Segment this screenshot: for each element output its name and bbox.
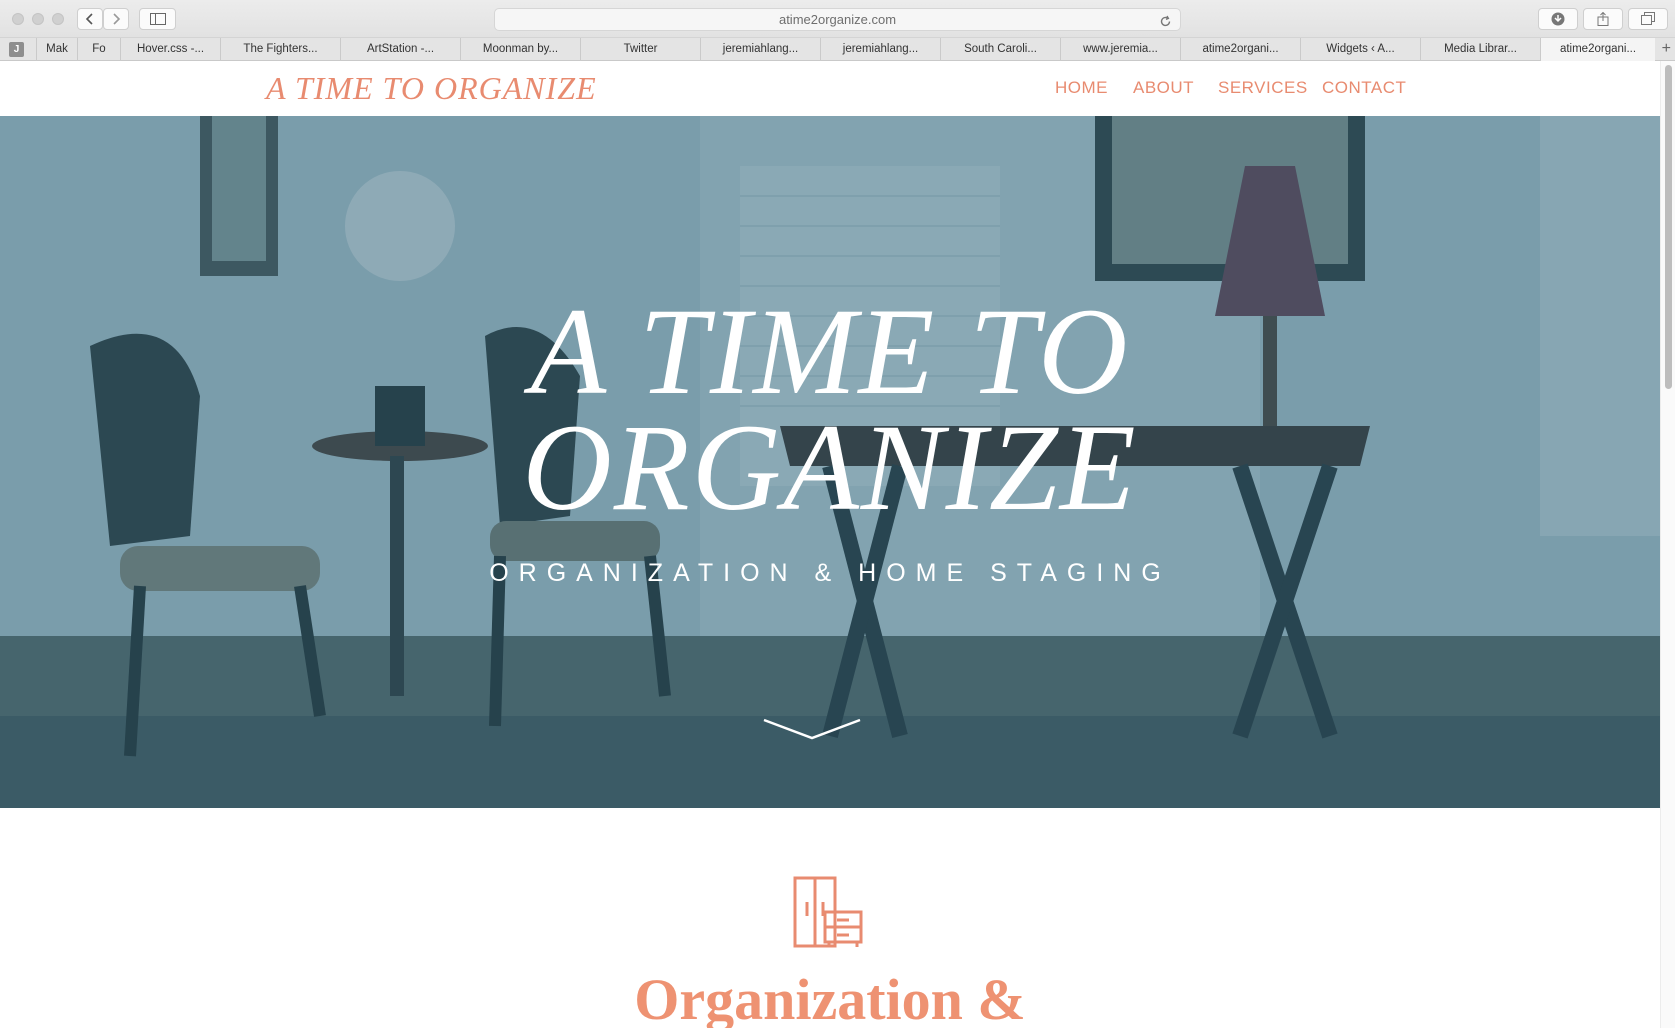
hero-title-line1: A TIME TO <box>530 283 1130 420</box>
share-icon <box>1597 12 1609 26</box>
nav-home[interactable]: HOME <box>1055 78 1108 98</box>
downloads-button[interactable] <box>1538 8 1578 30</box>
nav-services[interactable]: SERVICES <box>1218 78 1308 98</box>
tab[interactable]: Widgets ‹ A... <box>1300 38 1420 61</box>
tab[interactable]: South Caroli... <box>940 38 1060 61</box>
site-header: A TIME TO ORGANIZE HOME ABOUT SERVICES C… <box>0 61 1660 116</box>
tab[interactable]: Media Librar... <box>1420 38 1540 61</box>
browser-toolbar: atime2organize.com <box>0 0 1675 38</box>
furniture-icon <box>793 876 863 948</box>
site-logo[interactable]: A TIME TO ORGANIZE <box>266 70 597 107</box>
hero-subtitle: ORGANIZATION & HOME STAGING <box>489 559 1171 587</box>
page-scrollbar[interactable] <box>1660 61 1675 1028</box>
tab[interactable]: atime2organi... <box>1180 38 1300 61</box>
tab[interactable]: www.jeremia... <box>1060 38 1180 61</box>
section-title: Organization & <box>634 967 1026 1028</box>
sidebar-button[interactable] <box>139 8 176 30</box>
tab-active[interactable]: atime2organi... <box>1540 38 1655 61</box>
scrollbar-thumb[interactable] <box>1665 65 1672 389</box>
pinned-tab-favicon[interactable]: J <box>9 42 24 57</box>
tab[interactable]: The Fighters... <box>220 38 340 61</box>
hero-section: A TIME TO ORGANIZE ORGANIZATION & HOME S… <box>0 116 1660 808</box>
tab[interactable]: Hover.css -... <box>120 38 220 61</box>
chevron-left-icon <box>85 13 93 25</box>
tab[interactable]: Twitter <box>580 38 700 61</box>
nav-about[interactable]: ABOUT <box>1133 78 1194 98</box>
hero-title-line2: ORGANIZE <box>522 399 1138 536</box>
web-page: A TIME TO ORGANIZE HOME ABOUT SERVICES C… <box>0 61 1660 1028</box>
close-window-button[interactable] <box>12 13 24 25</box>
tabs-overview-button[interactable] <box>1628 8 1668 30</box>
zoom-window-button[interactable] <box>52 13 64 25</box>
tab[interactable]: ArtStation -... <box>340 38 460 61</box>
share-button[interactable] <box>1583 8 1623 30</box>
chevron-right-icon <box>113 13 121 25</box>
url-text: atime2organize.com <box>778 12 897 27</box>
back-button[interactable] <box>77 8 103 30</box>
tab[interactable]: Moonman by... <box>460 38 580 61</box>
tab[interactable]: jeremiahlang... <box>820 38 940 61</box>
tab[interactable]: Mak <box>36 38 77 61</box>
scroll-down-chevron-icon[interactable] <box>762 718 862 742</box>
forward-button[interactable] <box>103 8 129 30</box>
address-bar[interactable]: atime2organize.com <box>494 8 1181 31</box>
new-tab-button[interactable]: + <box>1662 40 1671 58</box>
nav-contact[interactable]: CONTACT <box>1322 78 1406 98</box>
tab-bar: J Mak Fo Hover.css -... The Fighters... … <box>0 38 1675 61</box>
tab[interactable]: Fo <box>77 38 120 61</box>
tab[interactable]: jeremiahlang... <box>700 38 820 61</box>
sidebar-icon <box>149 13 166 25</box>
reload-icon[interactable] <box>1159 13 1172 34</box>
minimize-window-button[interactable] <box>32 13 44 25</box>
download-icon <box>1551 12 1565 26</box>
tabs-overview-icon <box>1641 12 1655 25</box>
